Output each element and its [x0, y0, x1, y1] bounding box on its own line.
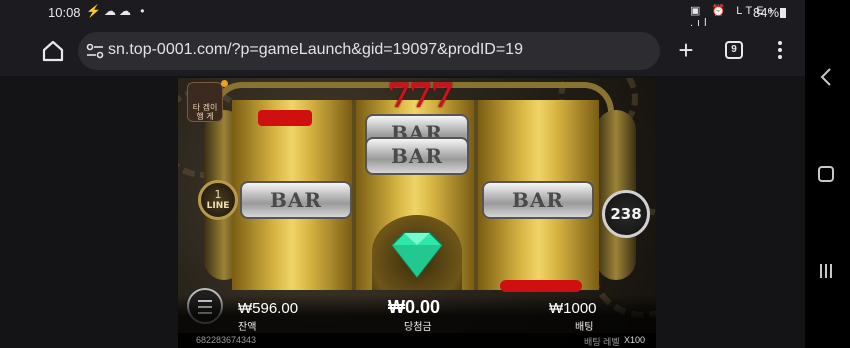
phone-screen: 10:08 ⚡☁☁ • ▣ ⏰ LTE+ .ıl 84% sn.top-0001… [0, 0, 850, 348]
logo-text-line: 타 겜이 [192, 103, 218, 112]
address-bar[interactable]: sn.top-0001.com/?p=gameLaunch&gid=19097&… [78, 32, 660, 70]
line-label: LINE [206, 201, 230, 211]
spin-count: 238 [610, 205, 642, 223]
seven-symbol-partial [258, 110, 312, 126]
bet-multiplier: X100 [624, 335, 646, 345]
battery-percent: 84% [753, 5, 780, 20]
game-logo-badge[interactable]: 타 겜이 행 게 [187, 82, 223, 122]
bet-level-label: 배팅 레벨 [584, 337, 620, 347]
line-selector-button[interactable]: 1 LINE [198, 180, 238, 220]
seven-symbol-partial [500, 280, 582, 292]
new-tab-button[interactable]: + [675, 36, 697, 64]
bet-value[interactable]: ₩1000 [549, 300, 597, 317]
battery-icon [780, 8, 786, 18]
browser-menu-icon[interactable] [772, 38, 788, 62]
triple-seven-symbol: 777 [387, 76, 455, 116]
home-nav-icon[interactable] [818, 166, 834, 182]
bar-symbol: BAR [482, 181, 594, 219]
bet-label: 배팅 [575, 322, 594, 333]
win-label: 당첨금 [404, 322, 432, 333]
back-icon[interactable] [816, 65, 836, 89]
win-value: ₩0.00 [388, 297, 441, 317]
site-settings-icon[interactable] [86, 43, 104, 59]
diamond-symbol-frame [372, 215, 462, 290]
line-number: 1 [214, 188, 222, 201]
diamond-icon [391, 232, 443, 279]
recent-apps-icon[interactable] [817, 263, 835, 279]
notification-icons: ⚡☁☁ • [86, 4, 148, 18]
url-text[interactable]: sn.top-0001.com/?p=gameLaunch&gid=19097&… [108, 41, 523, 59]
session-id: 682283674343 [196, 335, 257, 345]
balance-value: ₩596.00 [238, 300, 299, 317]
notification-dot [221, 80, 228, 87]
home-icon[interactable] [41, 40, 65, 62]
auto-spin-button[interactable]: 238 [602, 190, 650, 238]
status-bar: 10:08 ⚡☁☁ • ▣ ⏰ LTE+ .ıl 84% [0, 0, 805, 29]
balance-label: 잔액 [238, 322, 257, 333]
tab-switcher-button[interactable]: 9 [725, 41, 743, 59]
status-time: 10:08 [48, 5, 81, 20]
logo-text-line: 행 게 [196, 112, 214, 121]
bar-symbol: BAR [365, 137, 469, 175]
browser-toolbar: sn.top-0001.com/?p=gameLaunch&gid=19097&… [0, 26, 805, 76]
game-footer: 682283674343 배팅 레벨 X100 [178, 333, 656, 348]
bar-symbol: BAR [240, 181, 352, 219]
